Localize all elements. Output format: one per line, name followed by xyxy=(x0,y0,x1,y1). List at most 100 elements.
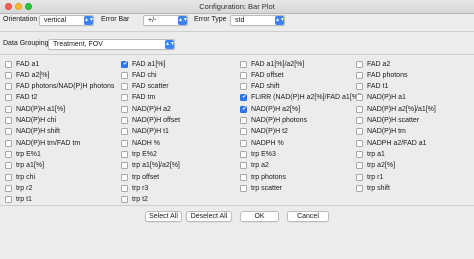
feature-checkbox[interactable]: NAD(P)H tm xyxy=(356,127,406,137)
feature-checkbox[interactable]: FLIRR (NAD(P)H a2[%]/FAD a1[%]) xyxy=(240,93,362,103)
checkbox-icon[interactable] xyxy=(356,162,363,170)
checkbox-icon[interactable] xyxy=(5,162,12,170)
checkbox-checked-icon[interactable] xyxy=(121,60,129,68)
checkbox-icon[interactable] xyxy=(356,83,363,91)
select-all-button[interactable]: Select All xyxy=(145,211,182,222)
checkbox-icon[interactable] xyxy=(356,60,363,68)
feature-checkbox[interactable]: trp offset xyxy=(121,172,159,182)
checkbox-icon[interactable] xyxy=(356,173,363,181)
checkbox-icon[interactable] xyxy=(121,83,128,91)
feature-checkbox[interactable]: NAD(P)H photons xyxy=(240,116,307,126)
feature-checkbox[interactable]: trp t1 xyxy=(5,195,32,205)
feature-checkbox[interactable]: NADPH % xyxy=(240,138,284,148)
checkbox-icon[interactable] xyxy=(121,162,128,170)
deselect-all-button[interactable]: Deselect All xyxy=(186,211,232,222)
feature-checkbox[interactable]: FAD a1[%] xyxy=(121,59,165,69)
orientation-select[interactable]: vertical ▲▼ xyxy=(39,15,94,26)
checkbox-checked-icon[interactable] xyxy=(240,105,248,113)
feature-checkbox[interactable]: trp E%3 xyxy=(240,149,276,159)
checkbox-icon[interactable] xyxy=(121,128,128,136)
checkbox-icon[interactable] xyxy=(121,94,128,102)
checkbox-icon[interactable] xyxy=(5,60,12,68)
feature-checkbox[interactable]: NAD(P)H a2 xyxy=(121,104,171,114)
checkbox-icon[interactable] xyxy=(356,128,363,136)
checkbox-icon[interactable] xyxy=(240,60,247,68)
checkbox-icon[interactable] xyxy=(5,184,12,192)
checkbox-icon[interactable] xyxy=(240,150,247,158)
checkbox-icon[interactable] xyxy=(121,117,128,124)
feature-checkbox[interactable]: NAD(P)H a2[%] xyxy=(240,104,300,114)
checkbox-icon[interactable] xyxy=(356,71,363,79)
feature-checkbox[interactable]: FAD scatter xyxy=(121,82,169,92)
checkbox-icon[interactable] xyxy=(5,105,12,113)
feature-checkbox[interactable]: NAD(P)H t2 xyxy=(240,127,288,137)
feature-checkbox[interactable]: trp r3 xyxy=(121,183,148,193)
feature-checkbox[interactable]: FAD shift xyxy=(240,82,279,92)
feature-checkbox[interactable]: trp scatter xyxy=(240,183,282,193)
ok-button[interactable]: OK xyxy=(240,211,279,222)
feature-checkbox[interactable]: NADH % xyxy=(121,138,160,148)
checkbox-icon[interactable] xyxy=(121,184,128,192)
checkbox-icon[interactable] xyxy=(240,117,247,124)
checkbox-icon[interactable] xyxy=(240,83,247,91)
feature-checkbox[interactable]: FAD t2 xyxy=(5,93,37,103)
checkbox-icon[interactable] xyxy=(5,139,12,147)
checkbox-icon[interactable] xyxy=(356,150,363,158)
feature-checkbox[interactable]: NAD(P)H offset xyxy=(121,116,180,126)
feature-checkbox[interactable]: FAD photons/NAD(P)H photons xyxy=(5,82,114,92)
feature-checkbox[interactable]: NAD(P)H shift xyxy=(5,127,60,137)
feature-checkbox[interactable]: trp photons xyxy=(240,172,286,182)
checkbox-icon[interactable] xyxy=(5,150,12,158)
feature-checkbox[interactable]: NAD(P)H t1 xyxy=(121,127,169,137)
cancel-button[interactable]: Cancel xyxy=(287,211,329,222)
feature-checkbox[interactable]: NADPH a2/FAD a1 xyxy=(356,138,427,148)
feature-checkbox[interactable]: trp shift xyxy=(356,183,390,193)
checkbox-icon[interactable] xyxy=(5,196,12,204)
checkbox-icon[interactable] xyxy=(121,105,128,113)
checkbox-icon[interactable] xyxy=(121,71,128,79)
feature-checkbox[interactable]: FAD a2 xyxy=(356,59,390,69)
feature-checkbox[interactable]: NAD(P)H tm/FAD tm xyxy=(5,138,80,148)
feature-checkbox[interactable]: trp E%2 xyxy=(121,149,157,159)
feature-checkbox[interactable]: trp r1 xyxy=(356,172,383,182)
feature-checkbox[interactable]: FAD offset xyxy=(240,70,284,80)
checkbox-icon[interactable] xyxy=(121,139,128,147)
feature-checkbox[interactable]: trp r2 xyxy=(5,183,32,193)
feature-checkbox[interactable]: NAD(P)H scatter xyxy=(356,116,419,126)
checkbox-icon[interactable] xyxy=(121,196,128,204)
feature-checkbox[interactable]: trp a2 xyxy=(240,161,269,171)
checkbox-icon[interactable] xyxy=(5,128,12,136)
checkbox-icon[interactable] xyxy=(356,184,363,192)
feature-checkbox[interactable]: trp a1[%]/a2[%] xyxy=(121,161,180,171)
checkbox-checked-icon[interactable] xyxy=(240,93,248,102)
error-bar-select[interactable]: +/- ▲▼ xyxy=(143,15,188,26)
checkbox-icon[interactable] xyxy=(5,94,12,102)
checkbox-icon[interactable] xyxy=(121,150,128,158)
checkbox-icon[interactable] xyxy=(5,173,12,181)
checkbox-icon[interactable] xyxy=(356,117,363,124)
feature-checkbox[interactable]: FAD tm xyxy=(121,93,155,103)
checkbox-icon[interactable] xyxy=(240,139,247,147)
checkbox-icon[interactable] xyxy=(356,139,363,147)
error-type-select[interactable]: std ▲▼ xyxy=(230,15,285,26)
checkbox-icon[interactable] xyxy=(5,117,12,124)
checkbox-icon[interactable] xyxy=(240,128,247,136)
checkbox-icon[interactable] xyxy=(121,173,128,181)
feature-checkbox[interactable]: FAD a1[%]/a2[%] xyxy=(240,59,304,69)
feature-checkbox[interactable]: trp a1[%] xyxy=(5,161,44,171)
feature-checkbox[interactable]: NAD(P)H a1[%] xyxy=(5,104,65,114)
feature-checkbox[interactable]: trp chi xyxy=(5,172,35,182)
checkbox-icon[interactable] xyxy=(240,173,247,181)
feature-checkbox[interactable]: FAD a1 xyxy=(5,59,39,69)
feature-checkbox[interactable]: FAD chi xyxy=(121,70,157,80)
checkbox-icon[interactable] xyxy=(356,105,363,113)
checkbox-icon[interactable] xyxy=(356,94,363,102)
feature-checkbox[interactable]: trp a1 xyxy=(356,149,385,159)
checkbox-icon[interactable] xyxy=(5,71,12,79)
checkbox-icon[interactable] xyxy=(240,184,247,192)
feature-checkbox[interactable]: NAD(P)H chi xyxy=(5,116,56,126)
checkbox-icon[interactable] xyxy=(240,162,247,170)
feature-checkbox[interactable]: NAD(P)H a1 xyxy=(356,93,406,103)
feature-checkbox[interactable]: trp E%1 xyxy=(5,149,41,159)
feature-checkbox[interactable]: FAD t1 xyxy=(356,82,388,92)
